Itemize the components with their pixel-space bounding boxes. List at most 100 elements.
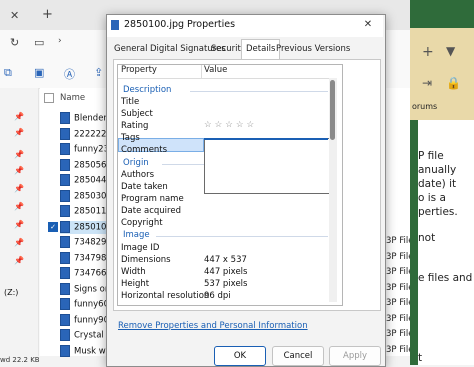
ok-button[interactable]: OK	[214, 346, 266, 366]
property-label[interactable]: Program name	[121, 194, 184, 204]
rename-icon[interactable]: Ⓐ	[64, 66, 75, 82]
chevron-right-icon[interactable]: ›	[58, 36, 62, 46]
column-header-value[interactable]: Value	[204, 65, 227, 78]
image-file-icon	[60, 189, 70, 202]
property-label[interactable]: Title	[121, 97, 139, 107]
star-icon[interactable]: ☆	[247, 120, 255, 130]
browser-text: o is a	[418, 192, 446, 204]
exit-icon[interactable]: ⇥	[422, 76, 432, 90]
group-origin: Origin	[123, 158, 149, 168]
browser-text: orums	[412, 102, 438, 111]
image-file-icon	[60, 329, 70, 341]
group-description: Description	[123, 85, 172, 95]
pin-icon[interactable]: 📌	[14, 112, 24, 121]
group-image: Image	[123, 230, 150, 240]
file-row[interactable]: funny23.	[60, 143, 112, 156]
property-value[interactable]: 537 pixels	[204, 279, 247, 289]
pin-icon[interactable]: 📌	[14, 202, 24, 211]
star-icon[interactable]: ☆	[225, 120, 233, 130]
plus-icon[interactable]: +	[422, 44, 434, 60]
list-scrollbar-thumb[interactable]	[330, 80, 335, 140]
browser-text: anually	[418, 164, 457, 176]
image-file-icon	[60, 267, 70, 279]
property-value[interactable]: 96 dpi	[204, 291, 231, 301]
comments-input-focus	[204, 138, 328, 140]
property-label[interactable]: Horizontal resolution	[121, 291, 209, 301]
browser-header	[410, 0, 474, 28]
image-file-icon	[60, 298, 70, 310]
pin-icon[interactable]: 📌	[14, 184, 24, 193]
property-label[interactable]: Rating	[121, 121, 148, 131]
image-file-icon	[60, 174, 70, 186]
drive-label[interactable]: (Z:)	[4, 288, 18, 297]
image-file-icon	[60, 282, 70, 295]
property-label[interactable]: Tags	[121, 133, 140, 143]
new-tab-icon[interactable]: +	[42, 7, 53, 22]
select-all-checkbox[interactable]	[44, 93, 54, 103]
pin-icon[interactable]: 📌	[14, 150, 24, 159]
close-icon[interactable]: ✕	[10, 9, 19, 22]
column-divider	[201, 65, 202, 78]
remove-properties-link[interactable]: Remove Properties and Personal Informati…	[118, 321, 308, 331]
property-label[interactable]: Date taken	[121, 182, 168, 192]
column-header-property[interactable]: Property	[121, 65, 157, 78]
group-divider	[156, 236, 328, 237]
tab-previous-versions[interactable]: Previous Versions	[272, 41, 354, 58]
image-file-icon	[60, 112, 70, 124]
property-label[interactable]: Date acquired	[121, 206, 181, 216]
dialog-close-icon[interactable]: ✕	[358, 16, 378, 34]
cancel-button[interactable]: Cancel	[272, 346, 324, 366]
file-row[interactable]: Crystal b	[60, 329, 112, 342]
monitor-icon[interactable]: ▭	[34, 36, 44, 49]
image-file-icon	[111, 20, 119, 30]
image-file-icon	[60, 313, 70, 326]
property-label[interactable]: Height	[121, 279, 149, 289]
image-file-icon	[60, 158, 70, 171]
property-label[interactable]: Image ID	[121, 243, 159, 253]
image-file-icon	[60, 236, 70, 248]
pin-icon[interactable]: 📌	[14, 166, 24, 175]
pin-icon[interactable]: 📌	[14, 128, 24, 137]
image-file-icon	[60, 127, 70, 140]
file-row[interactable]: Signs on	[60, 282, 111, 296]
image-file-icon	[60, 205, 70, 217]
star-icon[interactable]: ☆	[215, 120, 223, 130]
image-file-icon	[60, 220, 70, 233]
property-label[interactable]: Copyright	[121, 218, 163, 228]
browser-text: e files and	[418, 272, 473, 284]
browser-text: P file	[418, 150, 444, 162]
star-icon[interactable]: ☆	[236, 120, 244, 130]
pin-icon[interactable]: 📌	[14, 220, 24, 229]
menu-icon[interactable]: ▼	[446, 44, 455, 58]
property-value[interactable]: 447 pixels	[204, 267, 247, 277]
property-label[interactable]: Comments	[121, 145, 167, 155]
image-file-icon	[60, 251, 70, 264]
group-divider	[189, 91, 328, 92]
lock-icon[interactable]: 🔒	[446, 76, 461, 90]
property-label[interactable]: Authors	[121, 170, 154, 180]
browser-text: not	[418, 232, 436, 244]
file-checkbox[interactable]: ✓	[48, 221, 58, 232]
browser-text: date) it	[418, 178, 457, 190]
image-file-icon	[60, 344, 70, 357]
property-label[interactable]: Subject	[121, 109, 153, 119]
property-label[interactable]: Dimensions	[121, 255, 171, 265]
pin-icon[interactable]: 📌	[14, 256, 24, 265]
property-label[interactable]: Width	[121, 267, 146, 277]
column-header-name[interactable]: Name	[60, 93, 85, 103]
copy-icon[interactable]: ⧉	[4, 66, 12, 80]
browser-text: perties.	[418, 206, 458, 218]
pin-icon[interactable]: 📌	[14, 238, 24, 247]
share-icon[interactable]: ⇪	[94, 66, 103, 79]
star-icon[interactable]: ☆	[204, 120, 212, 130]
browser-sidebar	[410, 120, 418, 365]
paste-icon[interactable]: ▣	[34, 66, 44, 79]
rating-stars[interactable]: ☆ ☆ ☆ ☆ ☆	[204, 120, 257, 130]
dialog-title: 2850100.jpg Properties	[124, 19, 236, 30]
refresh-icon[interactable]: ↻	[10, 36, 19, 49]
file-name: Signs on	[74, 284, 111, 294]
apply-button[interactable]: Apply	[329, 346, 381, 366]
property-value[interactable]: 447 x 537	[204, 255, 247, 265]
header-divider	[118, 78, 330, 79]
comments-input[interactable]	[204, 138, 330, 194]
